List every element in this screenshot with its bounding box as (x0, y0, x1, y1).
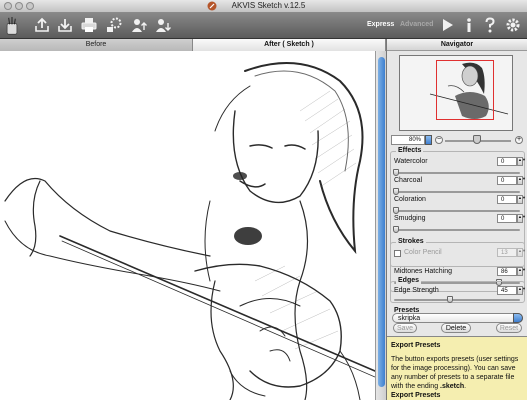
charcoal-slider[interactable] (393, 188, 399, 195)
help-footer: Export Presets (391, 392, 441, 399)
help-body-end: . (464, 383, 467, 390)
scroll-thumb[interactable] (378, 57, 385, 387)
view-tabs: Before After ( Sketch ) (0, 39, 386, 51)
image-canvas[interactable] (0, 51, 375, 400)
charcoal-stepper[interactable]: ▲▼ (517, 176, 526, 185)
coloration-label: Coloration (394, 196, 426, 203)
coloration-stepper[interactable]: ▲▼ (517, 195, 526, 204)
window-title: AKVIS Sketch v.12.5 (231, 1, 306, 10)
watercolor-slider-track[interactable] (394, 172, 520, 174)
info-icon[interactable] (460, 16, 478, 34)
edge-strength-stepper[interactable]: ▲▼ (517, 286, 526, 295)
minimize-window-button[interactable] (15, 2, 23, 10)
midtones-hatching-value[interactable]: 86 (497, 267, 517, 276)
watercolor-slider[interactable] (393, 169, 399, 176)
coloration-slider-track[interactable] (394, 210, 520, 212)
effects-group: Effects Watercolor 0 ▲▼ Charcoal 0 ▲▼ Co… (390, 147, 526, 292)
coloration-slider[interactable] (393, 207, 399, 214)
watercolor-value[interactable]: 0 (497, 157, 517, 166)
charcoal-label: Charcoal (394, 177, 423, 184)
tab-before[interactable]: Before (0, 39, 193, 51)
upload-icon[interactable] (130, 16, 148, 34)
watercolor-stepper[interactable]: ▲▼ (517, 157, 526, 166)
edge-strength-label: Edge Strength (394, 287, 439, 294)
edge-strength-slider[interactable] (447, 296, 453, 303)
smudging-value[interactable]: 0 (497, 214, 517, 223)
window-controls (4, 2, 34, 10)
vertical-scrollbar[interactable] (375, 51, 386, 400)
navigator-view-rect[interactable] (436, 60, 494, 120)
download-icon[interactable] (154, 16, 172, 34)
coloration-value[interactable]: 0 (497, 195, 517, 204)
help-extension: .sketch (440, 383, 465, 390)
tab-after-sketch[interactable]: After ( Sketch ) (193, 39, 386, 51)
reset-preset-button[interactable]: Reset (496, 323, 522, 333)
preset-selected: skripka (398, 315, 421, 322)
app-icon (207, 1, 217, 11)
brush-icon[interactable] (4, 15, 20, 37)
color-pencil-checkbox[interactable] (394, 250, 401, 257)
edge-strength-slider-track[interactable] (394, 299, 520, 301)
charcoal-slider-track[interactable] (394, 191, 520, 193)
run-icon[interactable] (438, 16, 456, 34)
smudging-stepper[interactable]: ▲▼ (517, 214, 526, 223)
batch-icon[interactable] (105, 16, 123, 34)
settings-icon[interactable] (504, 16, 522, 34)
help-panel: Export Presets The button exports preset… (387, 336, 527, 400)
settings-panel: Navigator 80% − + Effects Watercolor 0 ▲… (386, 39, 527, 400)
color-pencil-value: 13 (497, 248, 517, 257)
delete-preset-button[interactable]: Delete (441, 323, 471, 333)
edges-group: Edges Edge Strength 45 ▲▼ (390, 277, 526, 303)
smudging-label: Smudging (394, 215, 426, 222)
print-icon[interactable] (80, 16, 98, 34)
sketch-image (4, 62, 375, 400)
zoom-controls: 80% − + (387, 135, 527, 147)
zoom-in-icon[interactable]: + (515, 136, 523, 144)
zoom-input[interactable]: 80% (391, 135, 425, 145)
toolbar: Express Advanced (0, 13, 527, 39)
smudging-slider-track[interactable] (394, 229, 520, 231)
smudging-slider[interactable] (393, 226, 399, 233)
advanced-mode-button[interactable]: Advanced (400, 21, 433, 28)
close-window-button[interactable] (4, 2, 12, 10)
strokes-title: Strokes (396, 238, 426, 245)
help-title: Export Presets (391, 342, 441, 349)
midtones-hatching-stepper[interactable]: ▲▼ (517, 267, 526, 276)
navigator-preview[interactable] (399, 55, 513, 131)
color-pencil-label: Color Pencil (404, 249, 442, 256)
save-icon[interactable] (56, 16, 74, 34)
midtones-hatching-label: Midtones Hatching (394, 268, 452, 275)
save-preset-button[interactable]: Save (393, 323, 417, 333)
express-mode-button[interactable]: Express (367, 21, 394, 28)
zoom-window-button[interactable] (26, 2, 34, 10)
zoom-out-icon[interactable]: − (435, 136, 443, 144)
zoom-slider-thumb[interactable] (473, 135, 481, 144)
color-pencil-stepper: ▲▼ (517, 248, 526, 257)
edges-title: Edges (396, 277, 422, 284)
chevron-down-icon[interactable] (513, 313, 523, 323)
charcoal-value[interactable]: 0 (497, 176, 517, 185)
help-icon[interactable] (481, 16, 499, 34)
open-icon[interactable] (33, 16, 51, 34)
zoom-dropdown[interactable] (425, 135, 432, 145)
preset-select[interactable]: skripka (392, 313, 523, 323)
edge-strength-value[interactable]: 45 (497, 286, 517, 295)
effects-title: Effects (396, 147, 424, 154)
watercolor-label: Watercolor (394, 158, 428, 165)
navigator-header: Navigator (387, 39, 527, 51)
title-bar: AKVIS Sketch v.12.5 (0, 0, 527, 13)
